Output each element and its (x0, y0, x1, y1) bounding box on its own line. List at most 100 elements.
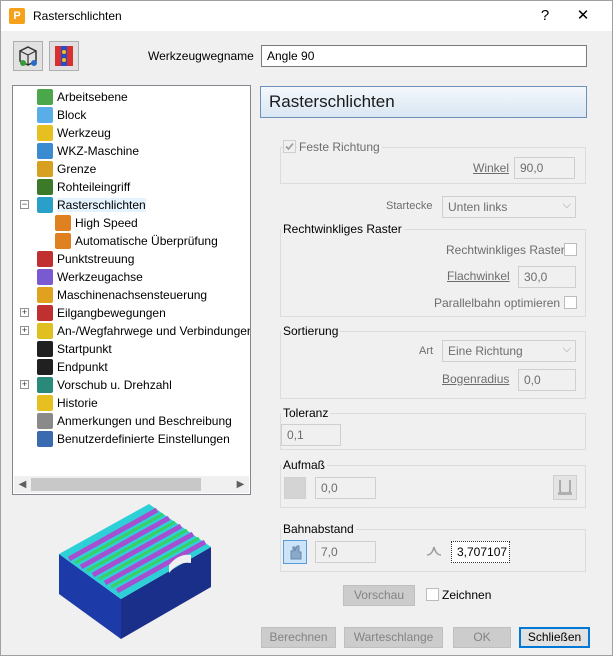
end-point-icon (37, 359, 53, 375)
tolerance-title: Toleranz (281, 406, 331, 420)
ordering-type-label: Art (419, 345, 434, 357)
tree-item[interactable]: + Vorschub u. Drehzahl (20, 376, 172, 394)
draw-label: Zeichnen (442, 588, 492, 602)
notes-icon (37, 413, 53, 429)
checkmark-icon (285, 142, 294, 151)
history-icon (37, 395, 53, 411)
orthogonal-raster-title: Rechtwinkliges Raster (281, 222, 404, 236)
tree-item[interactable]: Automatische Überprüfung (55, 232, 218, 250)
tree-item-label: Eilgangbewegungen (57, 306, 166, 320)
start-point-icon (37, 341, 53, 357)
cusp-height-icon (426, 546, 442, 556)
start-corner-value: Unten links (448, 200, 508, 214)
draw-checkbox[interactable] (426, 588, 439, 601)
tree-item-label: Startpunkt (57, 342, 112, 356)
orthogonal-raster-checkbox-label: Rechtwinkliges Raster (446, 243, 565, 257)
chevron-down-icon: ⌵ (562, 199, 571, 211)
tree-item[interactable]: Rohteileingriff (37, 178, 130, 196)
tree-item[interactable]: WKZ-Maschine (37, 142, 139, 160)
tree-item[interactable]: Historie (37, 394, 98, 412)
expand-icon[interactable]: + (20, 380, 29, 389)
tool-icon (37, 125, 53, 141)
stepover-title: Bahnabstand (281, 522, 356, 536)
tree-item-label: Punktstreuung (57, 252, 135, 266)
help-button[interactable]: ? (531, 5, 559, 27)
tree-item[interactable]: Maschinenachsensteuerung (37, 286, 207, 304)
tree-item[interactable]: Endpunkt (37, 358, 108, 376)
point-distribution-icon (37, 251, 53, 267)
tree-item[interactable]: Benutzerdefinierte Einstellungen (37, 430, 230, 448)
scrollbar-thumb[interactable] (31, 478, 201, 491)
tree-item[interactable]: + Eilgangbewegungen (20, 304, 166, 322)
dialog-window: P Rasterschlichten ? ✕ Werkzeugwegname A… (0, 0, 613, 656)
scroll-right-icon[interactable]: ▶ (232, 476, 249, 493)
tree-item[interactable]: Block (37, 106, 86, 124)
tree-item[interactable]: Werkzeugachse (37, 268, 143, 286)
tolerance-input[interactable]: 0,1 (281, 424, 341, 446)
tool-axis-icon (37, 269, 53, 285)
leads-links-icon (37, 323, 53, 339)
parallel-optimize-checkbox[interactable] (564, 296, 577, 309)
ordering-type-select[interactable]: Eine Richtung ⌵ (442, 340, 576, 362)
app-logo-icon: P (9, 8, 25, 24)
parallel-optimize-label: Parallelbahn optimieren (434, 296, 561, 310)
expand-icon[interactable]: + (20, 326, 29, 335)
rapid-moves-icon (37, 305, 53, 321)
close-button[interactable]: Schließen (519, 627, 590, 648)
allowance-input[interactable]: 0,0 (315, 477, 376, 499)
ordering-title: Sortierung (281, 324, 341, 338)
allowance-title: Aufmaß (281, 458, 328, 472)
tree-item-label: An-/Wegfahrwege und Verbindungen (57, 324, 251, 338)
stepover-input[interactable]: 7,0 (315, 541, 376, 563)
preview-button[interactable]: Vorschau (343, 585, 415, 606)
tree-item[interactable]: Punktstreuung (37, 250, 134, 268)
cusp-height-input[interactable]: 3,707107 (451, 541, 510, 563)
fixed-direction-checkbox[interactable] (283, 140, 296, 153)
allowance-mode-button[interactable] (284, 477, 306, 499)
tree-item-label: Block (57, 108, 87, 122)
chevron-down-icon: ⌵ (562, 343, 571, 355)
tree-item[interactable]: High Speed (55, 214, 138, 232)
cube-workflow-button[interactable] (13, 41, 43, 71)
ok-button[interactable]: OK (453, 627, 511, 648)
tree-item-label: Werkzeug (57, 126, 111, 140)
tree-item-label: WKZ-Maschine (57, 144, 140, 158)
tree-item[interactable]: Werkzeug (37, 124, 111, 142)
flat-angle-label: Flachwinkel (447, 269, 510, 283)
orthogonal-raster-checkbox[interactable] (564, 243, 577, 256)
stepover-lock-button[interactable] (283, 540, 307, 564)
window-title: Rasterschlichten (33, 9, 122, 23)
tree-item[interactable]: Grenze (37, 160, 96, 178)
close-window-button[interactable]: ✕ (569, 5, 597, 27)
collapse-icon[interactable]: − (20, 200, 29, 209)
toolpath-preview-image (59, 504, 211, 639)
tree-item[interactable]: Anmerkungen und Beschreibung (37, 412, 232, 430)
arc-radius-input[interactable]: 0,0 (518, 369, 576, 391)
fixed-direction-label: Feste Richtung (297, 140, 382, 154)
strategy-header: Rasterschlichten (260, 86, 587, 118)
tree-item-label: Vorschub u. Drehzahl (57, 378, 172, 392)
stock-engagement-icon (37, 179, 53, 195)
color-pattern-button[interactable] (49, 41, 79, 71)
flat-angle-input[interactable]: 30,0 (518, 266, 576, 288)
tree-horizontal-scrollbar[interactable]: ◀ ▶ (14, 476, 249, 493)
arc-radius-label: Bogenradius (442, 372, 510, 386)
tree-item[interactable]: Arbeitsebene (37, 88, 128, 106)
tree-item[interactable]: + An-/Wegfahrwege und Verbindungen (20, 322, 251, 340)
angle-label: Winkel (473, 161, 510, 175)
toolpath-name-input[interactable]: Angle 90 (261, 45, 587, 67)
block-icon (37, 107, 53, 123)
title-bar: P Rasterschlichten ? ✕ (1, 1, 612, 31)
tree-item[interactable]: Startpunkt (37, 340, 112, 358)
queue-button[interactable]: Warteschlange (344, 627, 443, 648)
tree-item[interactable]: − Rasterschlichten (20, 196, 146, 214)
calculate-button[interactable]: Berechnen (261, 627, 336, 648)
high-speed-icon (55, 215, 71, 231)
tree-item-label: Anmerkungen und Beschreibung (57, 414, 232, 428)
start-corner-select[interactable]: Unten links ⌵ (442, 196, 576, 218)
component-allowance-button[interactable] (553, 475, 577, 500)
angle-input[interactable]: 90,0 (514, 157, 575, 179)
scroll-left-icon[interactable]: ◀ (14, 476, 31, 493)
expand-icon[interactable]: + (20, 308, 29, 317)
raster-finishing-icon (37, 197, 53, 213)
